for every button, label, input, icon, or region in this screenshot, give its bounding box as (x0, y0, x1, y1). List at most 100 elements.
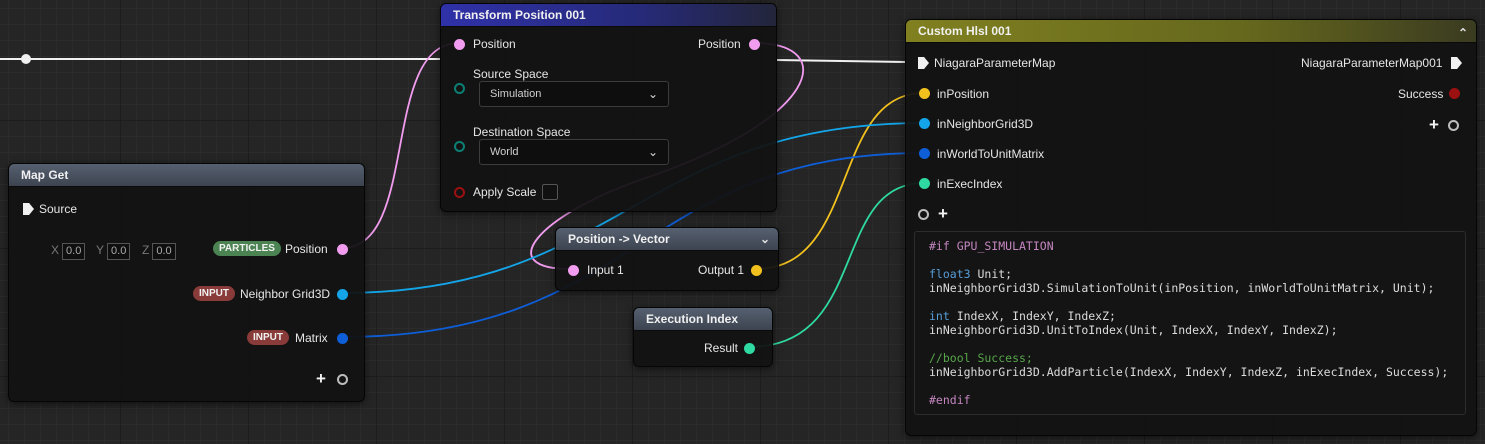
position-input-label: Position (473, 37, 516, 51)
result-output-pin[interactable] (744, 343, 755, 354)
apply-scale-label: Apply Scale (473, 185, 537, 199)
result-output-label: Result (704, 341, 739, 355)
source-space-dropdown[interactable]: Simulation ⌄ (479, 81, 669, 107)
code-token: inNeighborGrid3D.AddParticle(IndexX, Ind… (929, 365, 1449, 379)
source-space-value: Simulation (490, 88, 542, 100)
wire-convert-to-inposition[interactable] (755, 92, 925, 270)
source-space-pin[interactable] (454, 83, 465, 94)
add-output-icon[interactable]: + (316, 370, 326, 387)
chevron-down-icon: ⌄ (647, 87, 658, 101)
code-token: inNeighborGrid3D.UnitToIndex(Unit, Index… (929, 323, 1338, 337)
custom-hlsl-header[interactable]: Custom Hlsl 001 ⌃ (906, 20, 1476, 43)
code-token: #if GPU_SIMULATION (929, 239, 1054, 253)
matrix-output-pin[interactable] (337, 333, 348, 344)
transform-position-header[interactable]: Transform Position 001 (441, 4, 776, 27)
code-token: inNeighborGrid3D.SimulationToUnit(inPosi… (929, 281, 1435, 295)
code-line: float3 Unit; (929, 267, 1451, 281)
destination-space-value: World (490, 146, 519, 158)
transform-position-node[interactable]: Transform Position 001 Position Position… (440, 3, 777, 212)
vector-default-y: Y 0.0 (96, 241, 131, 260)
code-line: inNeighborGrid3D.AddParticle(IndexX, Ind… (929, 365, 1451, 379)
add-output-icon[interactable]: + (1429, 116, 1439, 133)
code-token: Unit; (970, 267, 1013, 281)
chevron-up-icon[interactable]: ⌃ (1458, 22, 1468, 44)
parameter-map-input-label: NiagaraParameterMap (934, 56, 1056, 70)
add-input-pin[interactable] (918, 209, 929, 220)
transform-position-title: Transform Position 001 (453, 8, 586, 22)
position-to-vector-header[interactable]: Position -> Vector ⌄ (556, 228, 778, 251)
position-output-pin[interactable] (337, 244, 348, 255)
execution-index-title: Execution Index (646, 312, 739, 326)
inneighborgrid3d-pin[interactable] (919, 118, 930, 129)
inworldtounitmatrix-pin[interactable] (919, 148, 930, 159)
add-output-pin[interactable] (337, 374, 348, 385)
destination-space-pin[interactable] (454, 141, 465, 152)
convert-input-label: Input 1 (587, 263, 624, 277)
execution-index-node[interactable]: Execution Index Result (633, 307, 773, 367)
inexecindex-label: inExecIndex (937, 177, 1003, 191)
code-token: float3 (929, 267, 971, 281)
inexecindex-pin[interactable] (919, 178, 930, 189)
success-output-label: Success (1398, 87, 1444, 101)
parameter-map-input-pin[interactable] (918, 57, 929, 69)
success-output-pin[interactable] (1449, 88, 1460, 99)
code-line: #endif (929, 393, 1451, 407)
position-to-vector-title: Position -> Vector (568, 232, 670, 246)
chevron-down-icon[interactable]: ⌄ (760, 228, 770, 250)
code-token: //bool Success; (929, 351, 1033, 365)
inposition-label: inPosition (937, 87, 990, 101)
position-to-vector-node[interactable]: Position -> Vector ⌄ Input 1 Output 1 (555, 227, 779, 291)
particles-badge: PARTICLES (213, 241, 281, 256)
add-input-icon[interactable]: + (938, 205, 948, 222)
position-output-label: Position (698, 37, 741, 51)
code-line: inNeighborGrid3D.UnitToIndex(Unit, Index… (929, 323, 1451, 337)
code-line: inNeighborGrid3D.SimulationToUnit(inPosi… (929, 281, 1451, 295)
vector-default-z: Z 0.0 (142, 241, 176, 260)
input-badge-matrix: INPUT (247, 330, 289, 345)
custom-hlsl-node[interactable]: Custom Hlsl 001 ⌃ NiagaraParameterMap Ni… (905, 19, 1477, 436)
vector-z-input[interactable]: 0.0 (152, 243, 176, 260)
parameter-map-output-pin[interactable] (1451, 57, 1462, 69)
map-get-header[interactable]: Map Get (9, 164, 364, 187)
convert-output-pin[interactable] (751, 265, 762, 276)
code-line: //bool Success; (929, 351, 1451, 365)
vector-x-label: X (51, 243, 60, 257)
position-input-pin[interactable] (454, 39, 465, 50)
apply-scale-checkbox[interactable] (542, 184, 558, 200)
map-get-title: Map Get (21, 168, 69, 182)
inposition-pin[interactable] (919, 88, 930, 99)
convert-input-pin[interactable] (568, 265, 579, 276)
source-exec-pin[interactable] (23, 203, 34, 215)
custom-hlsl-title: Custom Hlsl 001 (918, 24, 1012, 38)
source-label: Source (39, 202, 78, 216)
position-output-pin[interactable] (749, 39, 760, 50)
destination-space-dropdown[interactable]: World ⌄ (479, 139, 669, 165)
chevron-down-icon: ⌄ (647, 145, 658, 159)
vector-y-input[interactable]: 0.0 (107, 243, 131, 260)
position-output-label: Position (285, 242, 328, 256)
add-output-pin[interactable] (1448, 120, 1459, 131)
code-line: #if GPU_SIMULATION (929, 239, 1451, 253)
code-line: int IndexX, IndexY, IndexZ; (929, 309, 1451, 323)
vector-default-x: X 0.0 (51, 241, 86, 260)
neighbor-grid-output-pin[interactable] (337, 289, 348, 300)
input-badge-grid: INPUT (193, 286, 235, 301)
inworldtounitmatrix-label: inWorldToUnitMatrix (937, 147, 1045, 161)
vector-z-label: Z (142, 243, 150, 257)
vector-x-input[interactable]: 0.0 (62, 243, 86, 260)
map-get-node[interactable]: Map Get Source X 0.0 Y 0.0 Z 0.0 PARTICLES … (8, 163, 365, 402)
code-token: #endif (929, 393, 971, 407)
code-token: IndexX, IndexY, IndexZ; (949, 309, 1116, 323)
parameter-map-output-label: NiagaraParameterMap001 (1301, 56, 1443, 70)
code-token: int (929, 309, 950, 323)
hlsl-code-editor[interactable]: #if GPU_SIMULATION float3 Unit; inNeighbo… (914, 231, 1466, 415)
inneighborgrid3d-label: inNeighborGrid3D (937, 117, 1034, 131)
neighbor-grid-output-label: Neighbor Grid3D (240, 287, 331, 301)
vector-y-label: Y (96, 243, 105, 257)
apply-scale-pin[interactable] (454, 187, 465, 198)
matrix-output-label: Matrix (295, 331, 328, 345)
execution-index-header[interactable]: Execution Index (634, 308, 772, 331)
